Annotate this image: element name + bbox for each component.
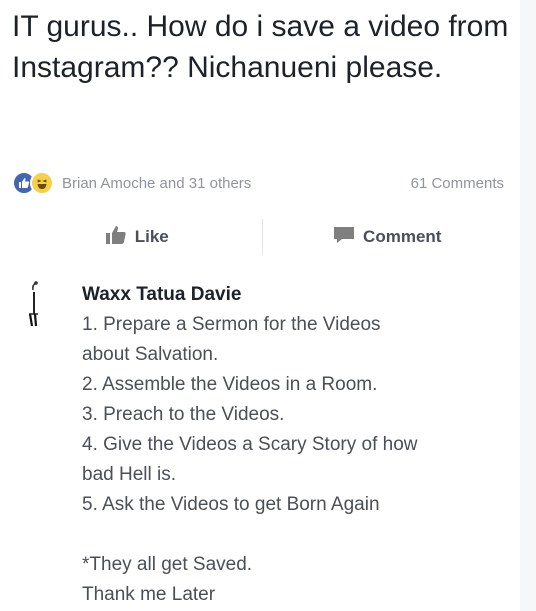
comment-footer-line: *They all get Saved. <box>82 554 253 575</box>
reactions-bar: Brian Amoche and 31 others 61 Comments <box>12 168 512 198</box>
action-bar: Like Comment <box>12 212 512 262</box>
comment-line: 4. Give the Videos a Scary Story of how <box>82 434 418 455</box>
comment-line: 1. Prepare a Sermon for the Videos <box>82 314 381 335</box>
comment-body: Waxx Tatua Davie 1. Prepare a Sermon for… <box>82 280 512 610</box>
reactors-link[interactable]: Brian Amoche and 31 others <box>62 175 411 192</box>
comment-footer-line: Thank me Later <box>82 584 216 605</box>
avatar[interactable] <box>20 280 50 336</box>
comment-author[interactable]: Waxx Tatua Davie <box>82 280 512 310</box>
like-button[interactable]: Like <box>12 225 262 250</box>
comment-line: about Salvation. <box>82 344 219 365</box>
comment-line: bad Hell is. <box>82 464 176 485</box>
thumbs-up-icon <box>105 225 127 250</box>
reaction-icons[interactable] <box>12 171 54 195</box>
comment-line: 3. Preach to the Videos. <box>82 404 285 425</box>
comment-button[interactable]: Comment <box>263 225 513 250</box>
comment-line: 5. Ask the Videos to get Born Again <box>82 494 380 515</box>
like-label: Like <box>134 227 169 246</box>
comment-count-link[interactable]: 61 Comments <box>411 175 504 192</box>
comment-label: Comment <box>363 227 442 246</box>
comment-line: 2. Assemble the Videos in a Room. <box>82 374 378 395</box>
post-card: IT gurus.. How do i save a video from In… <box>0 0 520 611</box>
comment-bubble-icon <box>333 225 355 250</box>
haha-icon <box>30 171 54 195</box>
post-text: IT gurus.. How do i save a video from In… <box>12 10 509 84</box>
